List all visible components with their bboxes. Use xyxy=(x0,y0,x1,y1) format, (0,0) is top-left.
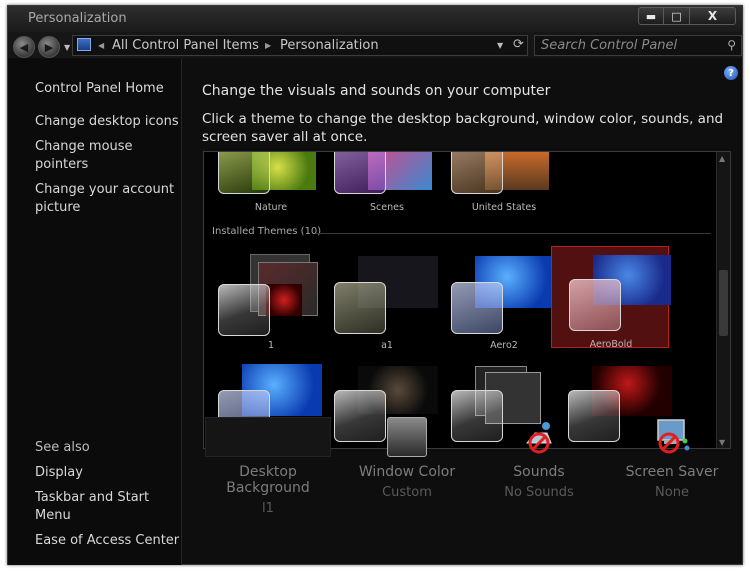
breadcrumb-arrow-icon[interactable]: ◀ xyxy=(98,41,104,50)
back-button[interactable]: ◀ xyxy=(13,36,35,58)
theme-color-swatch xyxy=(451,152,503,194)
theme-a1[interactable]: a1 xyxy=(328,246,446,351)
screen-saver-value: None xyxy=(655,485,689,500)
theme-aero2[interactable]: Aero2 xyxy=(445,246,563,351)
section-divider xyxy=(316,233,711,234)
themes-list: Nature Scenes United States Installed Th… xyxy=(203,151,731,449)
change-mouse-pointers-link[interactable]: Change mouse pointers xyxy=(35,138,145,174)
change-account-picture-link[interactable]: Change your account picture xyxy=(35,181,180,217)
see-also-heading: See also xyxy=(35,440,90,455)
theme-preview-slide xyxy=(266,284,302,316)
theme-color-swatch xyxy=(451,390,503,442)
theme-color-swatch xyxy=(334,152,386,194)
help-icon[interactable]: ? xyxy=(724,66,738,80)
theme-color-swatch xyxy=(334,390,386,442)
control-panel-icon xyxy=(77,38,91,51)
theme-name: Scenes xyxy=(370,202,404,213)
ease-of-access-center-link[interactable]: Ease of Access Center xyxy=(35,532,179,550)
desktop-background-setting[interactable]: Desktop Background l1 xyxy=(202,417,334,516)
page-description: Click a theme to change the desktop back… xyxy=(202,111,724,145)
sounds-label: Sounds xyxy=(513,464,565,480)
screen-saver-setting[interactable]: Screen Saver None xyxy=(622,419,722,500)
page-heading: Change the visuals and sounds on your co… xyxy=(202,83,551,99)
control-panel-home-link[interactable]: Control Panel Home xyxy=(35,80,164,98)
sidebar: Control Panel Home Change desktop icons … xyxy=(8,59,182,565)
main-content: ? Change the visuals and sounds on your … xyxy=(182,59,744,565)
window-color-setting[interactable]: Window Color Custom xyxy=(352,417,462,500)
theme-nature[interactable]: Nature xyxy=(212,152,330,230)
theme-color-swatch xyxy=(218,284,270,336)
window-title: Personalization xyxy=(28,11,127,26)
scroll-thumb[interactable] xyxy=(719,270,728,336)
breadcrumb-all-control-panel-items[interactable]: All Control Panel Items xyxy=(112,38,259,53)
address-dropdown-icon[interactable]: ▼ xyxy=(497,41,503,50)
forward-button[interactable]: ▶ xyxy=(38,36,60,58)
breadcrumb-separator-icon[interactable]: ▶ xyxy=(265,41,271,50)
display-link[interactable]: Display xyxy=(35,464,83,482)
title-bar[interactable]: Personalization ▬ □ X xyxy=(8,6,742,32)
theme-name: Nature xyxy=(254,202,288,213)
theme-color-swatch xyxy=(569,279,621,331)
theme-name: AeroBold xyxy=(589,339,633,350)
theme-united-states[interactable]: United States xyxy=(445,152,563,230)
sounds-value: No Sounds xyxy=(504,485,574,500)
breadcrumb-personalization[interactable]: Personalization xyxy=(280,38,379,53)
close-button[interactable]: X xyxy=(690,7,736,25)
change-desktop-icons-link[interactable]: Change desktop icons xyxy=(35,113,179,131)
theme-color-swatch xyxy=(451,282,503,334)
desktop-background-preview xyxy=(205,417,331,457)
window-color-icon xyxy=(387,417,427,457)
minimize-button[interactable]: ▬ xyxy=(638,7,664,25)
search-box[interactable]: Search Control Panel ⚲ xyxy=(534,35,742,56)
scroll-up-icon[interactable]: ▲ xyxy=(719,154,725,163)
refresh-icon[interactable]: ⟳ xyxy=(513,37,524,52)
scroll-down-icon[interactable]: ▼ xyxy=(719,438,725,447)
window-color-label: Window Color xyxy=(358,464,456,480)
theme-color-swatch xyxy=(218,152,270,194)
theme-name: a1 xyxy=(381,340,393,351)
theme-name: United States xyxy=(471,202,537,213)
theme-name: 1 xyxy=(267,340,275,351)
theme-aerobold[interactable]: AeroBold xyxy=(551,246,671,350)
desktop-background-value: l1 xyxy=(262,501,274,516)
window-controls: ▬ □ X xyxy=(638,7,736,25)
desktop-background-label: Desktop Background xyxy=(226,464,310,496)
screen-saver-icon xyxy=(657,419,690,454)
theme-scenes[interactable]: Scenes xyxy=(328,152,446,230)
search-icon[interactable]: ⚲ xyxy=(727,38,736,52)
navigation-bar: ◀ ▶ ▼ ◀ All Control Panel Items ▶ Person… xyxy=(8,32,742,58)
sounds-icon xyxy=(525,422,552,454)
theme-1[interactable]: 1 xyxy=(212,246,330,351)
theme-name: Aero2 xyxy=(490,340,518,351)
search-input[interactable]: Search Control Panel xyxy=(541,38,677,53)
theme-color-swatch xyxy=(334,282,386,334)
screen-saver-label: Screen Saver xyxy=(625,464,719,480)
address-bar[interactable]: ◀ All Control Panel Items ▶ Personalizat… xyxy=(72,35,528,56)
theme-color-swatch xyxy=(568,390,620,442)
personalization-window: Personalization ▬ □ X ◀ ▶ ▼ ◀ All Contro… xyxy=(7,5,743,565)
themes-scrollbar[interactable]: ▲ ▼ xyxy=(716,152,730,448)
installed-themes-heading: Installed Themes (10) xyxy=(212,226,322,237)
sounds-setting[interactable]: Sounds No Sounds xyxy=(494,422,584,500)
maximize-button[interactable]: □ xyxy=(664,7,690,25)
recent-pages-dropdown-icon[interactable]: ▼ xyxy=(64,43,70,52)
taskbar-start-menu-link[interactable]: Taskbar and Start Menu xyxy=(35,489,160,525)
window-color-value: Custom xyxy=(382,485,432,500)
